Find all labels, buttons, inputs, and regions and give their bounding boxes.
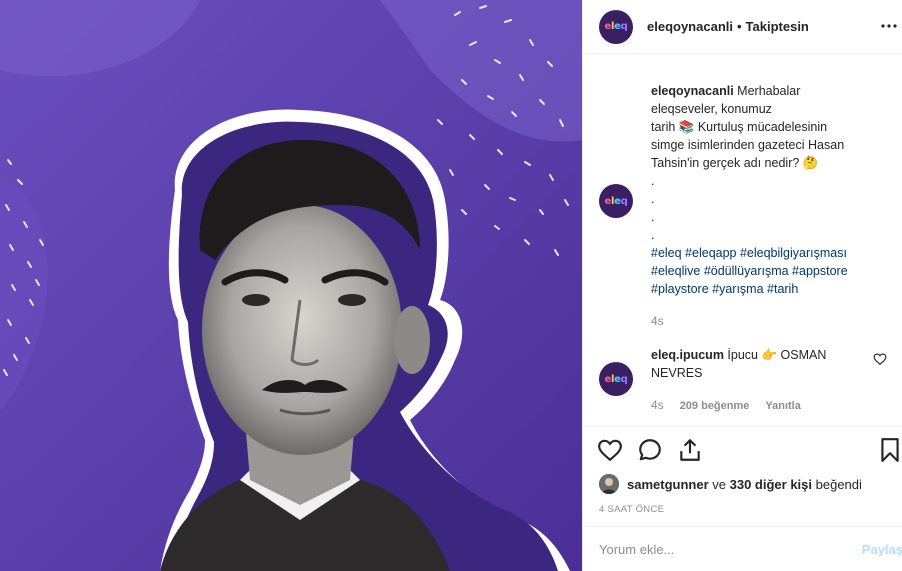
caption-username[interactable]: eleqoynacanli (651, 84, 734, 98)
caption-avatar[interactable]: eleq (599, 184, 633, 218)
caption-line: eleqoynacanli Merhabalar (651, 84, 801, 98)
caption-line: . (651, 210, 655, 224)
post-image-graphic (0, 0, 582, 571)
save-button[interactable] (877, 437, 902, 463)
heart-icon (598, 439, 622, 462)
caption-age[interactable]: 4s (651, 312, 883, 330)
action-bar (583, 426, 902, 468)
more-icon (881, 24, 897, 28)
avatar-logo: eleq (604, 195, 628, 207)
likes-connector: ve (712, 476, 726, 492)
likes-others[interactable]: 330 diğer kişi (730, 477, 812, 492)
post-header: eleq eleqoynacanli • Takiptesin (583, 0, 902, 54)
header-username[interactable]: eleqoynacanli (647, 19, 733, 34)
post-sidebar: eleq eleqoynacanli • Takiptesin eleq ele… (582, 0, 902, 571)
caption-line: Tahsin'in gerçek adı nedir? 🤔 (651, 156, 819, 170)
post-timestamp[interactable]: 4 SAAT ÖNCE (599, 504, 664, 515)
caption-line: . (651, 174, 655, 188)
liker-avatar[interactable] (599, 474, 619, 494)
caption-line: tarih 📚 Kurtuluş mücadelesinin (651, 120, 828, 134)
hashtag-line[interactable]: #eleqlive #ödüllüyarışma #appstore (651, 262, 883, 280)
hashtag-line[interactable]: #playstore #yarışma #tarih (651, 280, 883, 298)
comments-list[interactable]: eleq eleqoynacanli Merhabalar eleqsevele… (583, 54, 902, 426)
liker-username[interactable]: sametgunner (627, 477, 709, 492)
caption-line: simge isimlerinden gazeteci Hasan (651, 138, 845, 152)
caption-line: . (651, 228, 655, 242)
likes-summary: sametgunner ve 330 diğer kişi beğendi (599, 472, 862, 496)
like-button[interactable] (597, 437, 623, 463)
reply-age[interactable]: 4s (651, 398, 664, 412)
bookmark-icon (881, 438, 899, 462)
reply-avatar[interactable]: eleq (599, 362, 633, 396)
reply-meta: 4s 209 beğenme Yanıtla (651, 396, 861, 415)
reply-comment: eleq eleq.ipucum İpucu 👉 OSMAN NEVRES 4s… (599, 346, 899, 416)
caption-line: . (651, 192, 655, 206)
likes-suffix: beğendi (815, 476, 862, 492)
reply-button[interactable]: Yanıtla (765, 400, 800, 412)
avatar[interactable]: eleq (599, 9, 633, 44)
comment-icon (639, 439, 661, 461)
more-options-button[interactable] (879, 16, 899, 36)
share-icon (680, 439, 700, 461)
post-image[interactable] (0, 0, 582, 571)
liker-avatar-graphic (599, 474, 619, 494)
avatar-logo: eleq (604, 373, 628, 385)
comment-form: Paylaş (583, 526, 902, 571)
caption-comment: eleq eleqoynacanli Merhabalar eleqsevele… (599, 82, 899, 342)
reply-username[interactable]: eleq.ipucum (651, 348, 724, 362)
header-separator: • (736, 19, 742, 34)
share-button[interactable] (677, 437, 703, 463)
post-comment-button[interactable]: Paylaş (862, 542, 902, 557)
reply-likes[interactable]: 209 beğenme (680, 400, 750, 412)
reply-body: eleq.ipucum İpucu 👉 OSMAN NEVRES 4s 209 b… (651, 346, 861, 415)
caption-line: eleqseveler, konumuz (651, 102, 772, 116)
hashtag-line[interactable]: #eleq #eleqapp #eleqbilgiyarışması (651, 244, 883, 262)
heart-small-icon[interactable] (873, 352, 887, 366)
follow-status[interactable]: Takiptesin (746, 19, 809, 34)
avatar-logo: eleq (604, 21, 628, 32)
comment-input[interactable] (599, 541, 839, 557)
comment-button[interactable] (637, 437, 663, 463)
caption-body: eleqoynacanli Merhabalar eleqseveler, ko… (651, 82, 883, 330)
